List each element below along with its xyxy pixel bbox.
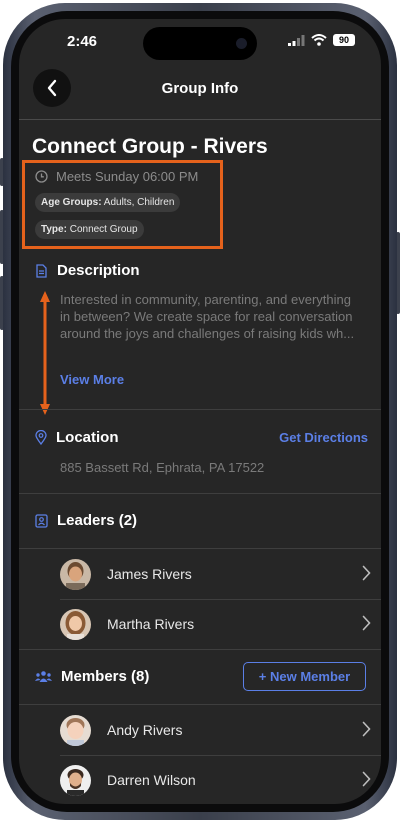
leaders-heading-text: Leaders (2) [57,512,138,529]
chevron-right-icon [362,771,371,787]
address-text: 885 Bassett Rd, Ephrata, PA 17522 [60,460,265,475]
avatar [60,608,91,640]
view-more-link[interactable]: View More [60,372,124,387]
double-arrow-annotation-icon [40,291,50,415]
leader-row[interactable]: James Rivers [60,550,381,598]
signal-icon [288,34,305,46]
location-heading-text: Location [56,429,119,446]
member-row[interactable]: Darren Wilson [60,756,381,804]
divider [19,548,381,549]
divider [19,409,381,410]
group-icon [35,671,52,682]
map-pin-icon [35,430,47,445]
description-heading: Description [35,262,140,279]
chevron-right-icon [362,721,371,737]
divider [19,493,381,494]
dynamic-island [143,27,257,60]
members-heading-text: Members (8) [61,668,150,685]
members-heading: Members (8) [35,668,149,685]
group-name: Connect Group - Rivers [32,135,268,158]
status-time: 2:46 [67,33,98,50]
avatar [60,558,91,590]
wifi-icon [311,34,327,46]
leader-row[interactable]: Martha Rivers [60,600,381,648]
page-title: Group Info [161,80,239,97]
leader-name: Martha Rivers [107,616,195,632]
leaders-heading: Leaders (2) [35,512,137,529]
divider [19,704,381,705]
location-heading: Location [35,429,119,446]
document-icon [36,263,47,278]
get-directions-link[interactable]: Get Directions [279,430,368,445]
member-name: Andy Rivers [107,722,183,738]
new-member-button[interactable]: + New Member [243,662,366,691]
contact-card-icon [35,513,48,528]
leader-name: James Rivers [107,566,192,582]
member-row[interactable]: Andy Rivers [60,706,381,754]
description-heading-text: Description [57,262,140,279]
avatar [60,764,91,796]
screen: 2:46 90 Group Info Connect Group - River… [19,19,381,804]
chevron-right-icon [362,615,371,631]
annotation-highlight-box [22,160,223,249]
header-divider [19,119,381,120]
status-icons: 90 [288,34,355,46]
divider [19,649,381,650]
member-name: Darren Wilson [107,772,196,788]
camera-icon [236,38,247,49]
description-text: Interested in community, parenting, and … [60,292,355,341]
battery-icon: 90 [333,34,355,46]
avatar [60,714,91,746]
chevron-right-icon [362,565,371,581]
